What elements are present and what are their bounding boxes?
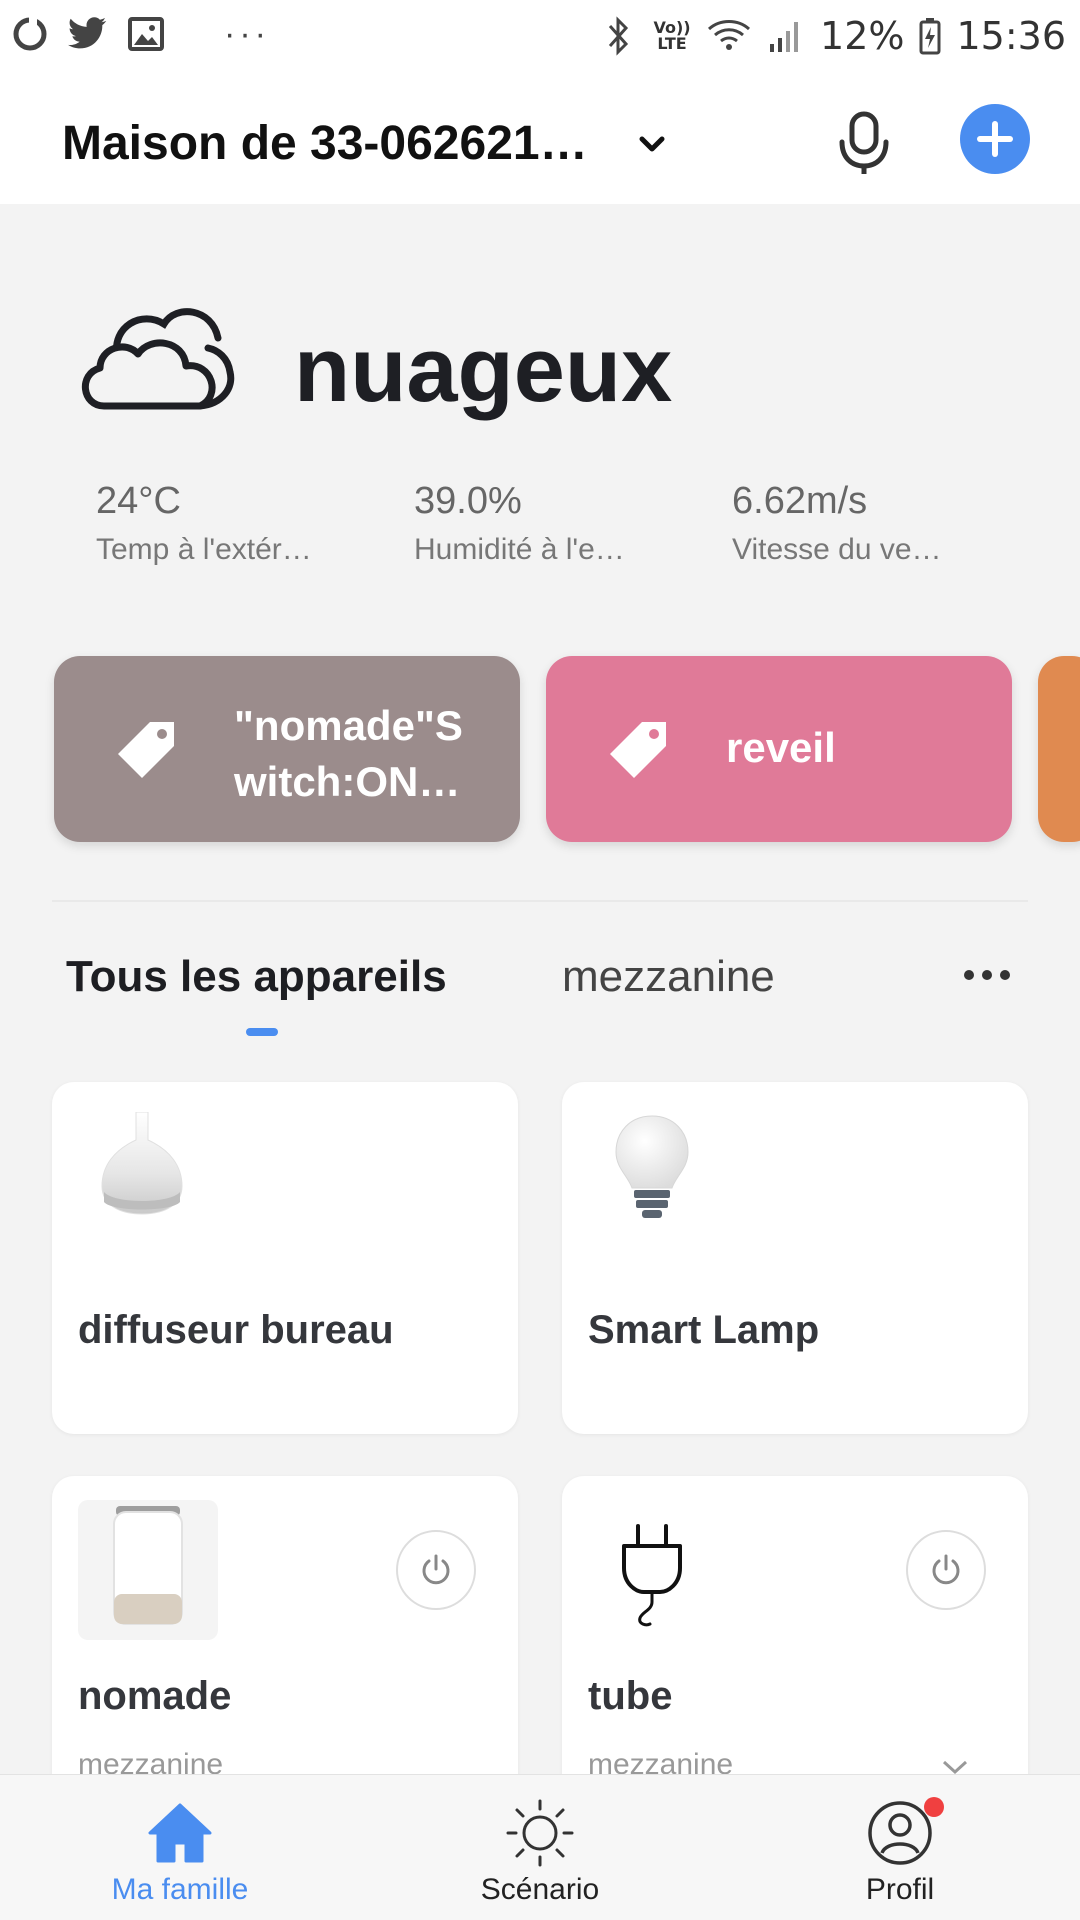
sun-icon <box>504 1797 576 1869</box>
power-icon <box>932 1554 960 1585</box>
home-selector[interactable]: Maison de 33-062621… <box>62 116 588 171</box>
plus-icon <box>977 121 1013 157</box>
volte-icon: Vo)) LTE <box>653 18 691 53</box>
tab-mezzanine[interactable]: mezzanine <box>562 952 775 1002</box>
weather-wind: 6.62m/s Vitesse du ve… <box>732 480 972 567</box>
nav-label: Ma famille <box>111 1873 249 1906</box>
nav-ma-famille[interactable]: Ma famille <box>60 1775 300 1920</box>
microphone-icon[interactable] <box>834 108 894 178</box>
tab-all-devices[interactable]: Tous les appareils <box>66 952 447 1002</box>
weather-stat-label: Vitesse du ve… <box>732 533 942 566</box>
scene-card-nomade[interactable]: "nomade"S witch:ON… <box>54 656 520 842</box>
add-device-button[interactable] <box>960 104 1030 174</box>
device-card-smart-lamp[interactable]: Smart Lamp <box>562 1082 1028 1434</box>
active-tab-indicator <box>246 1028 278 1036</box>
weather-stat-value: 39.0% <box>414 480 522 522</box>
battery-icon <box>918 16 942 56</box>
device-card-diffuseur[interactable]: diffuseur bureau <box>52 1082 518 1434</box>
ring-app-icon <box>10 14 50 54</box>
air-purifier-icon <box>78 1500 218 1640</box>
power-icon <box>422 1554 450 1585</box>
notification-badge <box>924 1797 944 1817</box>
nav-label: Profil <box>865 1873 935 1906</box>
divider <box>52 900 1028 902</box>
nav-profil[interactable]: Profil <box>780 1775 1020 1920</box>
scene-card-reveil[interactable]: reveil <box>546 656 1012 842</box>
cloudy-icon <box>72 296 242 422</box>
status-bar: ··· Vo)) LTE 12% 15:36 <box>0 0 1080 80</box>
wifi-icon <box>706 16 752 56</box>
device-card-tube[interactable]: tube mezzanine <box>562 1476 1028 1806</box>
weather-stat-value: 24°C <box>96 480 181 522</box>
scene-card-partial[interactable] <box>1038 656 1080 842</box>
weather-humidity: 39.0% Humidité à l'e… <box>414 480 654 567</box>
device-name: tube <box>588 1674 673 1718</box>
diffuser-icon <box>92 1111 192 1222</box>
bottom-navigation: Ma famille Scénario Profil <box>0 1774 1080 1920</box>
home-icon <box>144 1797 216 1869</box>
nav-label: Scénario <box>480 1873 600 1906</box>
weather-stat-label: Temp à l'extér… <box>96 533 312 566</box>
weather-stat-label: Humidité à l'e… <box>414 533 625 566</box>
more-notifications-icon: ··· <box>224 14 270 53</box>
power-button[interactable] <box>906 1530 986 1610</box>
weather-stat-value: 6.62m/s <box>732 480 868 522</box>
weather-condition: nuageux <box>294 319 673 421</box>
battery-percent: 12% <box>820 14 905 58</box>
app-header: Maison de 33-062621… <box>0 80 1080 204</box>
nav-scenario[interactable]: Scénario <box>420 1775 660 1920</box>
device-name: nomade <box>78 1674 232 1718</box>
device-name: Smart Lamp <box>588 1308 820 1352</box>
status-bar-system: Vo)) LTE 12% 15:36 <box>598 14 1066 58</box>
image-icon <box>126 14 166 54</box>
bluetooth-icon <box>598 16 638 56</box>
tag-icon <box>114 718 178 782</box>
scene-label: "nomade"S witch:ON… <box>234 702 463 805</box>
scene-label: reveil <box>726 724 836 771</box>
status-bar-notifications: ··· <box>10 14 270 54</box>
weather-temperature: 24°C Temp à l'extér… <box>96 480 336 567</box>
tag-icon <box>606 718 670 782</box>
light-bulb-icon <box>612 1114 692 1224</box>
plug-icon <box>612 1522 692 1632</box>
power-button[interactable] <box>396 1530 476 1610</box>
more-icon[interactable] <box>964 960 1024 990</box>
chevron-down-icon[interactable] <box>632 124 672 164</box>
clock: 15:36 <box>956 14 1066 58</box>
device-name: diffuseur bureau <box>78 1308 394 1352</box>
device-card-nomade[interactable]: nomade mezzanine <box>52 1476 518 1806</box>
signal-icon <box>766 16 806 56</box>
twitter-icon <box>68 14 108 54</box>
